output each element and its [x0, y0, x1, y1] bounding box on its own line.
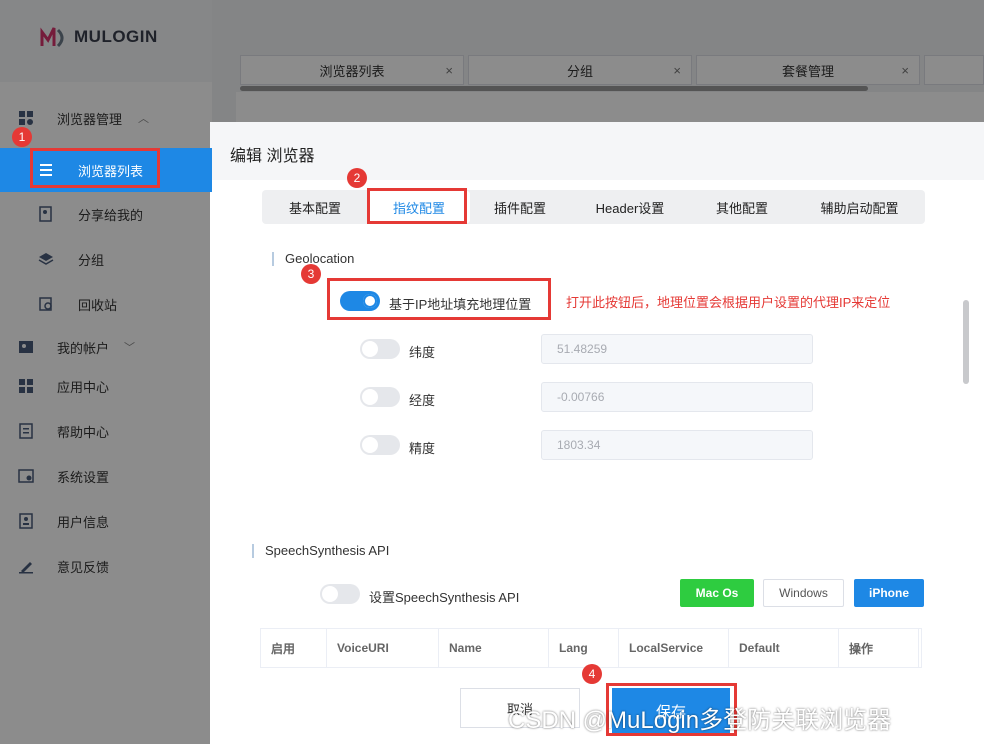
windows-button[interactable]: Windows	[763, 579, 844, 607]
column-header: VoiceURI	[327, 629, 439, 667]
tab-basic-config[interactable]: 基本配置	[262, 190, 368, 224]
column-header: 操作	[839, 629, 919, 667]
iphone-button[interactable]: iPhone	[854, 579, 924, 607]
highlight-box-2	[367, 188, 467, 224]
longitude-input[interactable]: -0.00766	[541, 382, 813, 412]
column-header: 启用	[261, 629, 327, 667]
accuracy-label: 精度	[409, 441, 436, 456]
dialog-title: 编辑 浏览器	[230, 148, 315, 165]
step-badge-2: 2	[347, 168, 367, 188]
column-header: LocalService	[619, 629, 729, 667]
latitude-toggle[interactable]	[360, 339, 400, 359]
speech-toggle-label: 设置SpeechSynthesis API	[369, 590, 520, 605]
dialog-scrollbar[interactable]	[963, 300, 969, 384]
csdn-watermark: CSDN @MuLogin多登防关联浏览器	[508, 707, 892, 734]
tab-other-config[interactable]: 其他配置	[690, 190, 794, 224]
longitude-label: 经度	[409, 393, 436, 408]
tab-plugin-config[interactable]: 插件配置	[470, 190, 570, 224]
column-header: Name	[439, 629, 549, 667]
step-badge-3: 3	[301, 264, 321, 284]
tab-header-settings[interactable]: Header设置	[570, 190, 690, 224]
step-badge-1: 1	[12, 127, 32, 147]
fill-by-ip-note: 打开此按钮后，地理位置会根据用户设置的代理IP来定位	[566, 295, 891, 310]
voices-table-header: 启用 VoiceURI Name Lang LocalService Defau…	[260, 628, 922, 668]
accuracy-input[interactable]: 1803.34	[541, 430, 813, 460]
latitude-input[interactable]: 51.48259	[541, 334, 813, 364]
config-tabs: 基本配置 指纹配置 插件配置 Header设置 其他配置 辅助启动配置	[262, 190, 925, 224]
tab-startup-config[interactable]: 辅助启动配置	[794, 190, 925, 224]
highlight-box-3	[327, 278, 551, 320]
dialog-header: 编辑 浏览器	[210, 122, 984, 180]
accuracy-toggle[interactable]	[360, 435, 400, 455]
latitude-label: 纬度	[409, 345, 436, 360]
speech-toggle[interactable]	[320, 584, 360, 604]
column-header: Lang	[549, 629, 619, 667]
longitude-toggle[interactable]	[360, 387, 400, 407]
highlight-box-1	[30, 148, 160, 188]
column-header: Default	[729, 629, 839, 667]
speech-section-title: SpeechSynthesis API	[252, 544, 389, 558]
mac-os-button[interactable]: Mac Os	[680, 579, 754, 607]
step-badge-4: 4	[582, 664, 602, 684]
